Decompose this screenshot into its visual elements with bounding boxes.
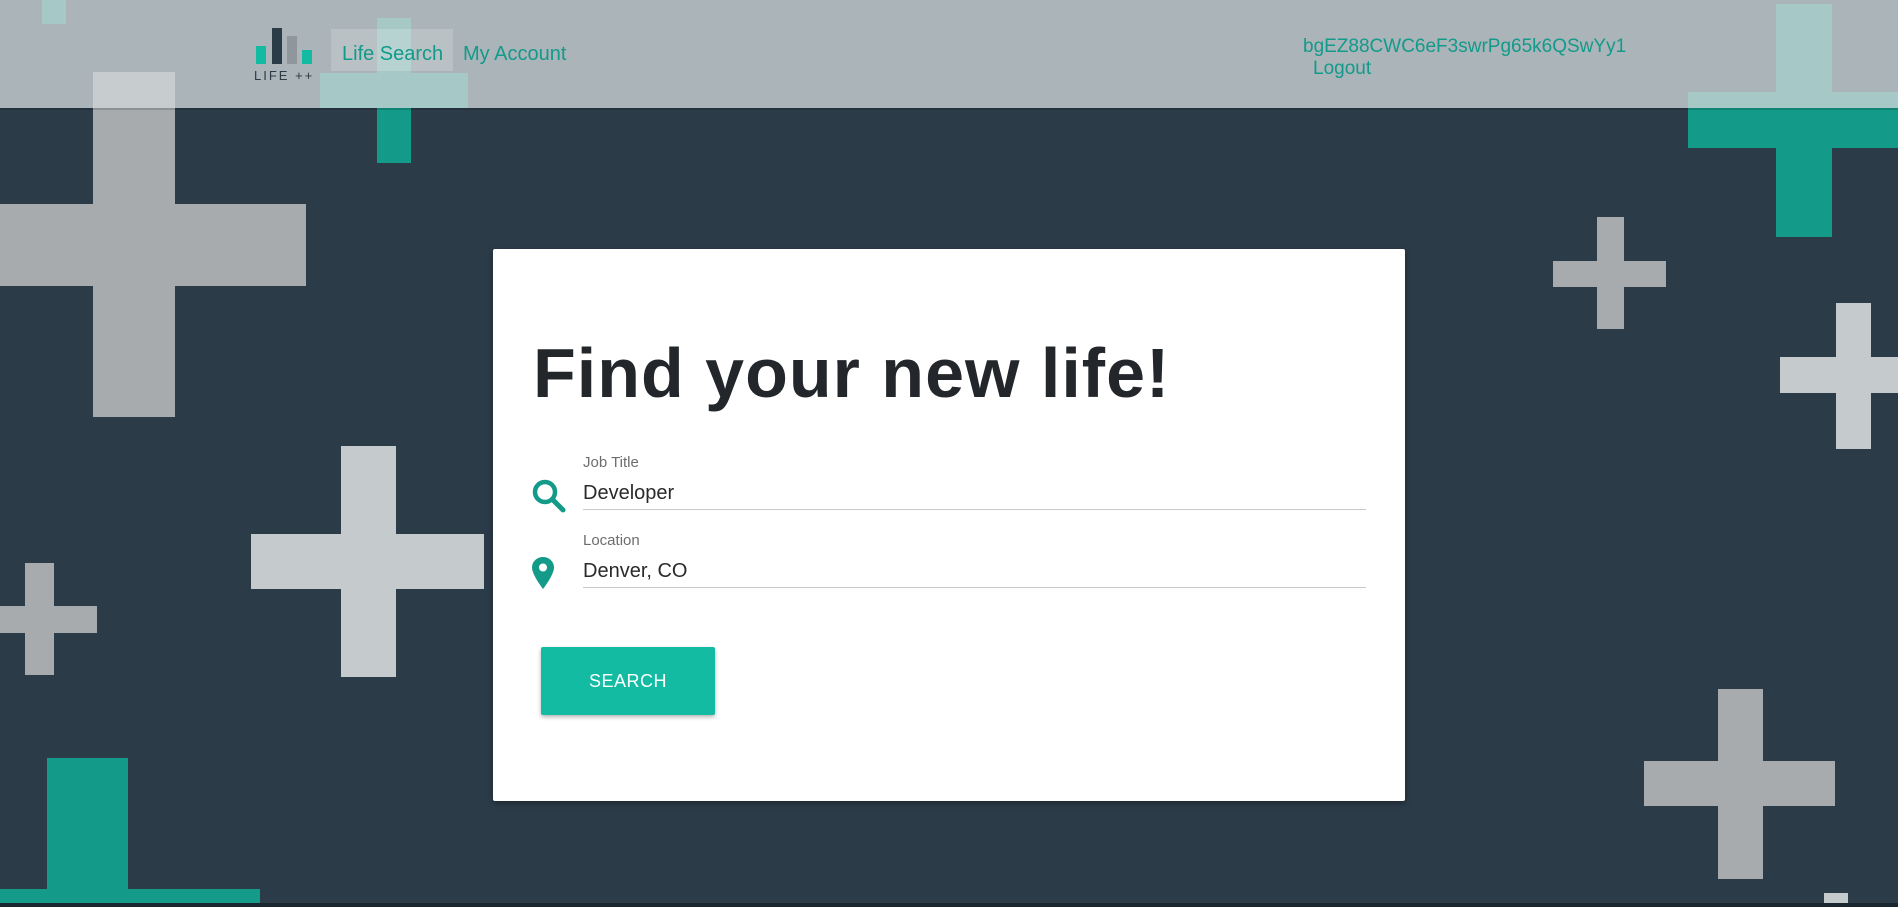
job-title-input[interactable] <box>583 477 1366 510</box>
location-pin-icon <box>532 557 554 589</box>
logo-text: LIFE ++ <box>254 68 315 83</box>
logout-link[interactable]: Logout <box>1313 58 1371 80</box>
user-id-label: bgEZ88CWC6eF3swrPg65k6QSwYy1 <box>1303 36 1627 57</box>
location-label: Location <box>583 532 640 549</box>
nav-my-account[interactable]: My Account <box>463 43 566 66</box>
nav-life-search[interactable]: Life Search <box>342 43 443 66</box>
search-card: Find your new life! Job Title Location S… <box>493 249 1405 801</box>
location-input[interactable] <box>583 555 1366 588</box>
job-title-label: Job Title <box>583 454 639 471</box>
search-icon <box>532 479 566 513</box>
search-button[interactable]: SEARCH <box>541 647 715 715</box>
page-title: Find your new life! <box>533 334 1171 412</box>
top-navigation-bar: LIFE ++ Life Search My Account bgEZ88CWC… <box>0 0 1898 108</box>
header-divider <box>0 108 1898 110</box>
life-plus-plus-logo[interactable]: LIFE ++ <box>254 26 318 83</box>
bottom-edge <box>0 903 1898 907</box>
